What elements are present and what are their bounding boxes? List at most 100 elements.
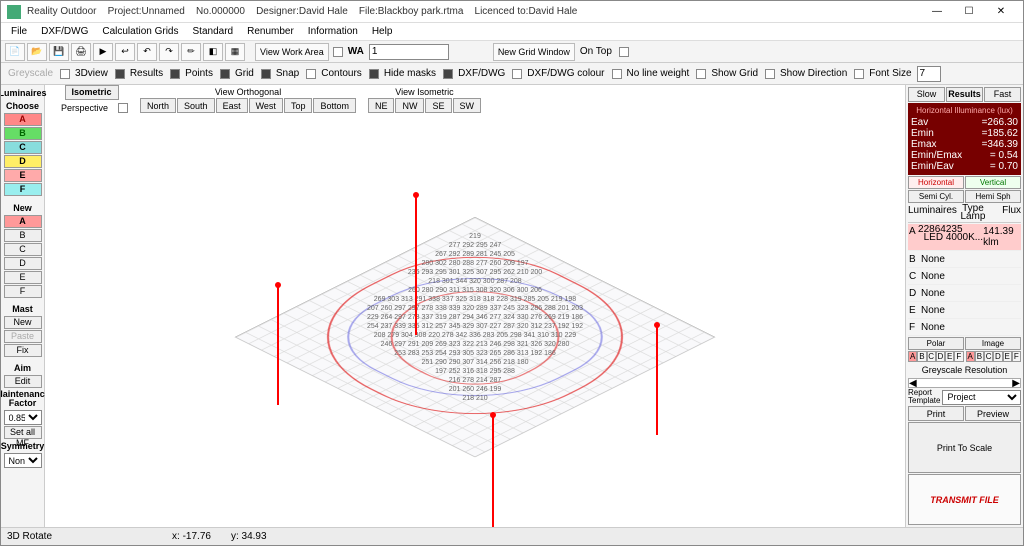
new-f[interactable]: F	[4, 285, 42, 298]
semi-cyl-tab[interactable]: Semi Cyl.	[908, 190, 964, 203]
hemi-sph-tab[interactable]: Hemi Sph	[965, 190, 1021, 203]
perspective-check[interactable]	[118, 103, 128, 113]
south-button[interactable]: South	[177, 98, 215, 113]
view-work-area-button[interactable]: View Work Area	[255, 43, 329, 61]
vertical-tab[interactable]: Vertical	[965, 176, 1021, 189]
choose-f[interactable]: F	[4, 183, 42, 196]
undo-icon[interactable]: ↶	[137, 43, 157, 61]
lum-row-c[interactable]: CNone	[908, 269, 1021, 285]
east-button[interactable]: East	[216, 98, 248, 113]
new-e[interactable]: E	[4, 271, 42, 284]
show-grid-check[interactable]	[765, 69, 775, 79]
mf-select[interactable]: 0.85	[4, 410, 42, 425]
minimize-button[interactable]: —	[921, 2, 953, 22]
no-line-weight-check[interactable]	[696, 69, 706, 79]
print-scale-button[interactable]: Print To Scale	[908, 422, 1021, 473]
menu-help[interactable]: Help	[366, 25, 399, 38]
paste-button[interactable]: Paste	[4, 330, 42, 343]
horizontal-tab[interactable]: Horizontal	[908, 176, 964, 189]
tool-icon[interactable]: ▦	[225, 43, 245, 61]
tool-icon[interactable]: ↩	[115, 43, 135, 61]
greyscale-slider[interactable]: ◀▶	[908, 378, 1021, 388]
nw-button[interactable]: NW	[395, 98, 424, 113]
new-d[interactable]: D	[4, 257, 42, 270]
menu-standard[interactable]: Standard	[187, 25, 240, 38]
choose-c[interactable]: C	[4, 141, 42, 154]
print-button[interactable]: Print	[908, 406, 964, 421]
ne-button[interactable]: NE	[368, 98, 395, 113]
se-button[interactable]: SE	[425, 98, 451, 113]
north-button[interactable]: North	[140, 98, 176, 113]
wa-input[interactable]	[369, 44, 449, 60]
dxf-check[interactable]	[512, 69, 522, 79]
results-check[interactable]	[170, 69, 180, 79]
dxf-colour-check[interactable]	[612, 69, 622, 79]
polar-tab[interactable]: Polar	[908, 337, 964, 350]
menu-renumber[interactable]: Renumber	[241, 25, 300, 38]
on-top-check[interactable]	[619, 47, 629, 57]
snap-check[interactable]	[306, 69, 316, 79]
lum-row-d[interactable]: DNone	[908, 286, 1021, 302]
image-letters[interactable]: ABCDEF	[966, 351, 1022, 362]
new-grid-button[interactable]: New Grid Window	[493, 43, 575, 61]
points-check[interactable]	[220, 69, 230, 79]
results-tab[interactable]: Results	[946, 87, 983, 102]
luminaire-pole	[492, 415, 494, 527]
image-tab[interactable]: Image	[965, 337, 1021, 350]
top-button[interactable]: Top	[284, 98, 313, 113]
sw-button[interactable]: SW	[453, 98, 482, 113]
font-size-input[interactable]	[917, 66, 941, 82]
menu-dxf[interactable]: DXF/DWG	[35, 25, 94, 38]
greyscale-check[interactable]	[60, 69, 70, 79]
west-button[interactable]: West	[249, 98, 283, 113]
choose-a[interactable]: A	[4, 113, 42, 126]
hide-masks-check[interactable]	[443, 69, 453, 79]
fast-tab[interactable]: Fast	[984, 87, 1021, 102]
choose-e[interactable]: E	[4, 169, 42, 182]
tool-icon[interactable]: 📂	[27, 43, 47, 61]
polar-letters[interactable]: ABCDEF	[908, 351, 964, 362]
lum-row-b[interactable]: BNone	[908, 252, 1021, 268]
report-template-select[interactable]: Project	[942, 390, 1021, 405]
redo-icon[interactable]: ↷	[159, 43, 179, 61]
luminaire-pole	[656, 325, 658, 435]
menu-information[interactable]: Information	[302, 25, 364, 38]
mast-new-button[interactable]: New	[4, 316, 42, 329]
tool-icon[interactable]: 🖨	[71, 43, 91, 61]
menu-file[interactable]: File	[5, 25, 33, 38]
luminaire-pole	[415, 195, 417, 335]
view-work-area-check[interactable]	[333, 47, 343, 57]
new-c[interactable]: C	[4, 243, 42, 256]
new-b[interactable]: B	[4, 229, 42, 242]
grid-check[interactable]	[261, 69, 271, 79]
tool-icon[interactable]: 📄	[5, 43, 25, 61]
maximize-button[interactable]: ☐	[953, 2, 985, 22]
tool-icon[interactable]: ◧	[203, 43, 223, 61]
edit-button[interactable]: Edit	[4, 375, 42, 388]
show-direction-check[interactable]	[854, 69, 864, 79]
menu-calc-grids[interactable]: Calculation Grids	[96, 25, 184, 38]
lum-row-e[interactable]: ENone	[908, 303, 1021, 319]
new-a[interactable]: A	[4, 215, 42, 228]
slow-tab[interactable]: Slow	[908, 87, 945, 102]
tool-icon[interactable]: 💾	[49, 43, 69, 61]
tool-icon[interactable]: ▶	[93, 43, 113, 61]
set-all-mf-button[interactable]: Set all MF	[4, 426, 42, 439]
lum-row-a[interactable]: A 22864235 LED 4000K... 141.39 klm	[908, 224, 1021, 251]
transmit-button[interactable]: TRANSMIT FILE	[908, 474, 1021, 525]
symmetry-select[interactable]: None	[4, 453, 42, 468]
tool-icon[interactable]: ✏	[181, 43, 201, 61]
choose-d[interactable]: D	[4, 155, 42, 168]
contours-check[interactable]	[369, 69, 379, 79]
preview-button[interactable]: Preview	[965, 406, 1021, 421]
3dview-check[interactable]	[115, 69, 125, 79]
isometric-button[interactable]: Isometric	[65, 85, 119, 100]
fix-button[interactable]: Fix	[4, 344, 42, 357]
lum-row-f[interactable]: FNone	[908, 320, 1021, 336]
bottom-button[interactable]: Bottom	[313, 98, 356, 113]
window-title: Reality Outdoor Project:Unnamed No.00000…	[27, 6, 921, 17]
canvas-3d-view[interactable]: 219 277 292 295 247 267 292 289 281 245 …	[45, 115, 905, 527]
left-panel: Luminaires Choose A B C D E F New A B C …	[1, 85, 45, 527]
choose-b[interactable]: B	[4, 127, 42, 140]
close-button[interactable]: ✕	[985, 2, 1017, 22]
